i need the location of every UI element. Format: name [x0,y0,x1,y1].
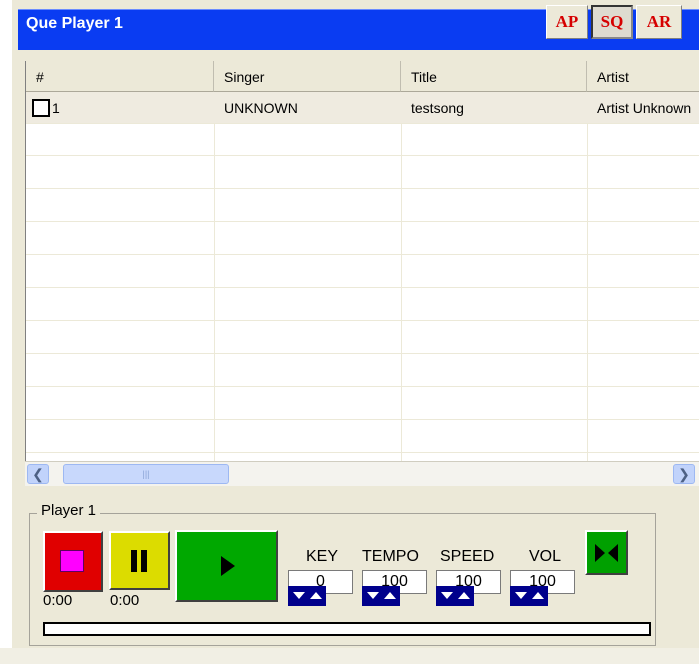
horizontal-scrollbar[interactable]: ❮ ||| ❯ [25,461,699,486]
empty-row [26,322,699,354]
speed-down-icon[interactable] [441,592,453,599]
player-group-label: Player 1 [37,502,101,519]
empty-row [26,421,699,453]
sq-mode-button[interactable]: SQ [591,5,633,39]
tempo-label: TEMPO [362,548,419,565]
pause-icon [131,550,137,572]
scroll-left-icon[interactable]: ❮ [27,464,49,484]
bowtie-button[interactable] [585,530,628,575]
empty-row [26,190,699,222]
row-checkbox[interactable] [32,99,50,117]
vol-up-icon[interactable] [532,592,544,599]
stop-icon [60,550,84,572]
row-singer: UNKNOWN [224,100,298,116]
column-header-artist[interactable]: Artist [587,61,699,92]
progress-bar[interactable] [43,622,651,636]
play-icon [221,556,235,576]
ar-mode-button[interactable]: AR [636,5,682,39]
key-label: KEY [306,548,339,565]
empty-row [26,289,699,321]
stop-button[interactable] [43,531,103,592]
speed-up-icon[interactable] [458,592,470,599]
queue-table: # Singer Title Artist 1 UNKNOWN testsong… [25,61,699,461]
key-down-icon[interactable] [293,592,305,599]
empty-row [26,388,699,420]
speed-stepper[interactable] [436,586,474,606]
row-artist: Artist Unknown [597,100,692,116]
row-number: 1 [52,100,60,116]
empty-row [26,124,699,156]
empty-row [26,223,699,255]
scrollbar-thumb[interactable]: ||| [63,464,229,484]
pause-time: 0:00 [110,592,140,609]
ap-mode-button[interactable]: AP [546,5,588,39]
empty-row [26,355,699,387]
stop-time: 0:00 [43,592,73,609]
column-header-singer[interactable]: Singer [214,61,401,92]
bowtie-icon [595,544,605,562]
table-row[interactable]: 1 UNKNOWN testsong Artist Unknown [26,92,699,124]
vol-stepper[interactable] [510,586,548,606]
tempo-up-icon[interactable] [384,592,396,599]
tempo-stepper[interactable] [362,586,400,606]
window-title: Que Player 1 [26,15,123,32]
bottom-strip [0,648,699,664]
row-title: testsong [411,100,464,116]
bowtie-icon [608,544,618,562]
key-stepper[interactable] [288,586,326,606]
scroll-right-icon[interactable]: ❯ [673,464,695,484]
pause-icon [141,550,147,572]
key-up-icon[interactable] [310,592,322,599]
empty-row [26,256,699,288]
tempo-down-icon[interactable] [367,592,379,599]
pause-button[interactable] [109,531,170,590]
column-header-title[interactable]: Title [401,61,587,92]
vol-down-icon[interactable] [515,592,527,599]
speed-label: SPEED [440,548,495,565]
left-edge [0,0,12,648]
column-header-number[interactable]: # [26,61,214,92]
empty-row [26,157,699,189]
vol-label: VOL [529,548,562,565]
play-button[interactable] [175,530,278,602]
